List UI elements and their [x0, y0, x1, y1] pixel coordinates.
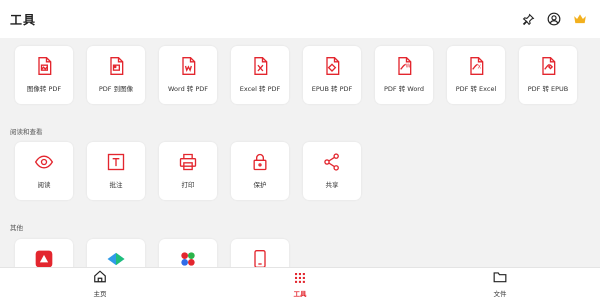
- pin-icon[interactable]: [520, 11, 536, 27]
- app-header: 工具: [0, 0, 600, 38]
- printer-icon: [178, 152, 198, 172]
- home-icon: [93, 268, 107, 287]
- photo-app-icon: [106, 249, 126, 267]
- tool-image-to-pdf[interactable]: 图像转 PDF: [15, 46, 73, 104]
- crown-icon[interactable]: [572, 11, 588, 27]
- account-icon[interactable]: [546, 11, 562, 27]
- pdf-app-icon: [34, 249, 54, 267]
- tool-pdf-to-word[interactable]: W PDF 转 Word: [375, 46, 433, 104]
- pdf-to-epub-icon: [538, 56, 558, 76]
- tool-word-to-pdf[interactable]: Word 转 PDF: [159, 46, 217, 104]
- tool-read[interactable]: 阅读: [15, 142, 73, 200]
- read-tools-row: 阅读 批注 打印 保护 共享: [15, 142, 361, 200]
- folder-icon: [493, 268, 507, 287]
- tool-epub-to-pdf[interactable]: EPUB 转 PDF: [303, 46, 361, 104]
- tool-print[interactable]: 打印: [159, 142, 217, 200]
- tool-protect[interactable]: 保护: [231, 142, 289, 200]
- tool-other-app-3[interactable]: [159, 239, 217, 267]
- tool-pdf-to-excel[interactable]: X PDF 转 Excel: [447, 46, 505, 104]
- nav-tools[interactable]: 工具: [200, 268, 400, 297]
- nav-home[interactable]: 主页: [0, 268, 200, 297]
- header-actions: [520, 11, 588, 27]
- tool-other-phone[interactable]: [231, 239, 289, 267]
- eye-icon: [34, 152, 54, 172]
- page-title: 工具: [10, 12, 37, 27]
- grid-icon: [295, 268, 305, 287]
- dots-app-icon: [178, 249, 198, 267]
- tool-share[interactable]: 共享: [303, 142, 361, 200]
- pdf-to-word-icon: W: [394, 56, 414, 76]
- text-annotate-icon: [106, 152, 126, 172]
- pdf-to-excel-icon: X: [466, 56, 486, 76]
- tool-annotate[interactable]: 批注: [87, 142, 145, 200]
- phone-icon: [250, 249, 270, 267]
- tool-excel-to-pdf[interactable]: Excel 转 PDF: [231, 46, 289, 104]
- svg-text:X: X: [478, 65, 482, 71]
- section-title-read: 阅读和查看: [10, 128, 43, 136]
- excel-to-pdf-icon: [250, 56, 270, 76]
- other-tools-row: [15, 239, 289, 267]
- bottom-navigation: 主页 工具 文件: [0, 267, 600, 297]
- epub-to-pdf-icon: [322, 56, 342, 76]
- word-to-pdf-icon: [178, 56, 198, 76]
- tools-content: 图像转 PDF PDF 到图像 Word 转 PDF Excel 转 PDF E…: [0, 38, 600, 267]
- tool-pdf-to-image[interactable]: PDF 到图像: [87, 46, 145, 104]
- section-title-other: 其他: [10, 224, 23, 232]
- convert-tools-row: 图像转 PDF PDF 到图像 Word 转 PDF Excel 转 PDF E…: [15, 46, 577, 104]
- svg-text:W: W: [406, 64, 411, 70]
- image-to-pdf-icon: [34, 56, 54, 76]
- pdf-to-image-icon: [106, 56, 126, 76]
- lock-icon: [250, 152, 270, 172]
- tool-other-app-1[interactable]: [15, 239, 73, 267]
- tool-pdf-to-epub[interactable]: PDF 转 EPUB: [519, 46, 577, 104]
- share-icon: [322, 152, 342, 172]
- nav-files[interactable]: 文件: [400, 268, 600, 297]
- tool-other-app-2[interactable]: [87, 239, 145, 267]
